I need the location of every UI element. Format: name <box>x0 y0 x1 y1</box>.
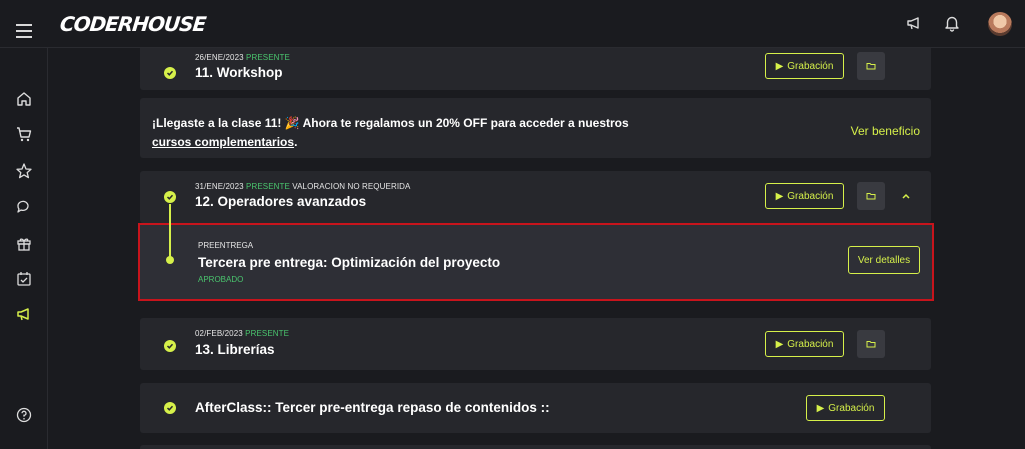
afterclass-title: AfterClass:: Tercer pre-entrega repaso d… <box>195 400 550 415</box>
recording-button[interactable]: ▶ Grabación <box>765 53 844 79</box>
courses-link[interactable]: cursos complementarios <box>152 135 294 149</box>
megaphone-icon[interactable] <box>905 14 923 32</box>
promo-text: ¡Llegaste a la clase 11! 🎉 Ahora te rega… <box>152 116 629 149</box>
check-icon <box>164 191 176 203</box>
class-card[interactable] <box>140 445 931 449</box>
see-details-button[interactable]: Ver detalles <box>848 246 920 274</box>
folder-button[interactable] <box>857 52 885 80</box>
folder-icon <box>866 341 876 348</box>
class-card-expanded[interactable]: 31/ENE/2023 PRESENTE VALORACION NO REQUE… <box>140 171 931 223</box>
class-meta: 26/ENE/2023 PRESENTE <box>195 53 290 62</box>
recording-button[interactable]: ▶ Grabación <box>765 183 844 209</box>
sidebar <box>0 48 48 449</box>
recording-button[interactable]: ▶ Grabación <box>765 331 844 357</box>
logo[interactable]: CODERHOUSE <box>59 12 207 36</box>
class-card[interactable]: 02/FEB/2023 PRESENTE 13. Librerías ▶ Grab… <box>140 318 931 370</box>
calendar-check-icon[interactable] <box>15 270 33 288</box>
avatar[interactable] <box>988 12 1012 36</box>
top-bar: CODERHOUSE <box>0 0 1025 48</box>
play-icon: ▶ <box>775 190 784 202</box>
class-title: 11. Workshop <box>195 65 283 80</box>
afterclass-card[interactable]: AfterClass:: Tercer pre-entrega repaso d… <box>140 383 931 433</box>
help-icon[interactable] <box>15 406 33 424</box>
folder-button[interactable] <box>857 330 885 358</box>
hamburger-menu-icon[interactable] <box>16 24 32 38</box>
class-meta: 02/FEB/2023 PRESENTE <box>195 329 290 338</box>
timeline-line <box>169 204 171 262</box>
check-icon <box>164 67 176 79</box>
folder-icon <box>866 63 876 70</box>
class-meta: 31/ENE/2023 PRESENTE VALORACION NO REQUE… <box>195 182 411 191</box>
class-title: 13. Librerías <box>195 342 275 357</box>
cart-icon[interactable] <box>15 125 33 143</box>
preentrega-title: Tercera pre entrega: Optimización del pr… <box>198 255 501 270</box>
chat-icon[interactable] <box>15 198 33 216</box>
class-card[interactable]: 26/ENE/2023 PRESENTE 11. Workshop ▶ Graba… <box>140 48 931 90</box>
preentrega-tag: PREENTREGA <box>198 241 254 250</box>
preentrega-item[interactable]: PREENTREGA Tercera pre entrega: Optimiza… <box>138 223 934 301</box>
check-icon <box>164 402 176 414</box>
folder-icon <box>866 193 876 200</box>
star-icon[interactable] <box>15 162 33 180</box>
play-icon: ▶ <box>775 60 784 72</box>
bell-icon[interactable] <box>943 14 961 32</box>
preentrega-status: APROBADO <box>198 275 244 284</box>
play-icon: ▶ <box>775 338 784 350</box>
gift-icon[interactable] <box>15 234 33 252</box>
folder-button[interactable] <box>857 182 885 210</box>
see-benefit-link[interactable]: Ver beneficio <box>851 124 920 138</box>
megaphone-icon[interactable] <box>15 305 33 323</box>
recording-button[interactable]: ▶ Grabación <box>806 395 885 421</box>
play-icon: ▶ <box>816 402 825 414</box>
timeline-dot <box>166 256 174 264</box>
home-icon[interactable] <box>15 90 33 108</box>
main-content: 26/ENE/2023 PRESENTE 11. Workshop ▶ Graba… <box>48 48 1025 449</box>
chevron-up-icon[interactable] <box>901 192 911 200</box>
promo-card: ¡Llegaste a la clase 11! 🎉 Ahora te rega… <box>140 98 931 158</box>
class-title: 12. Operadores avanzados <box>195 194 367 209</box>
check-icon <box>164 340 176 352</box>
